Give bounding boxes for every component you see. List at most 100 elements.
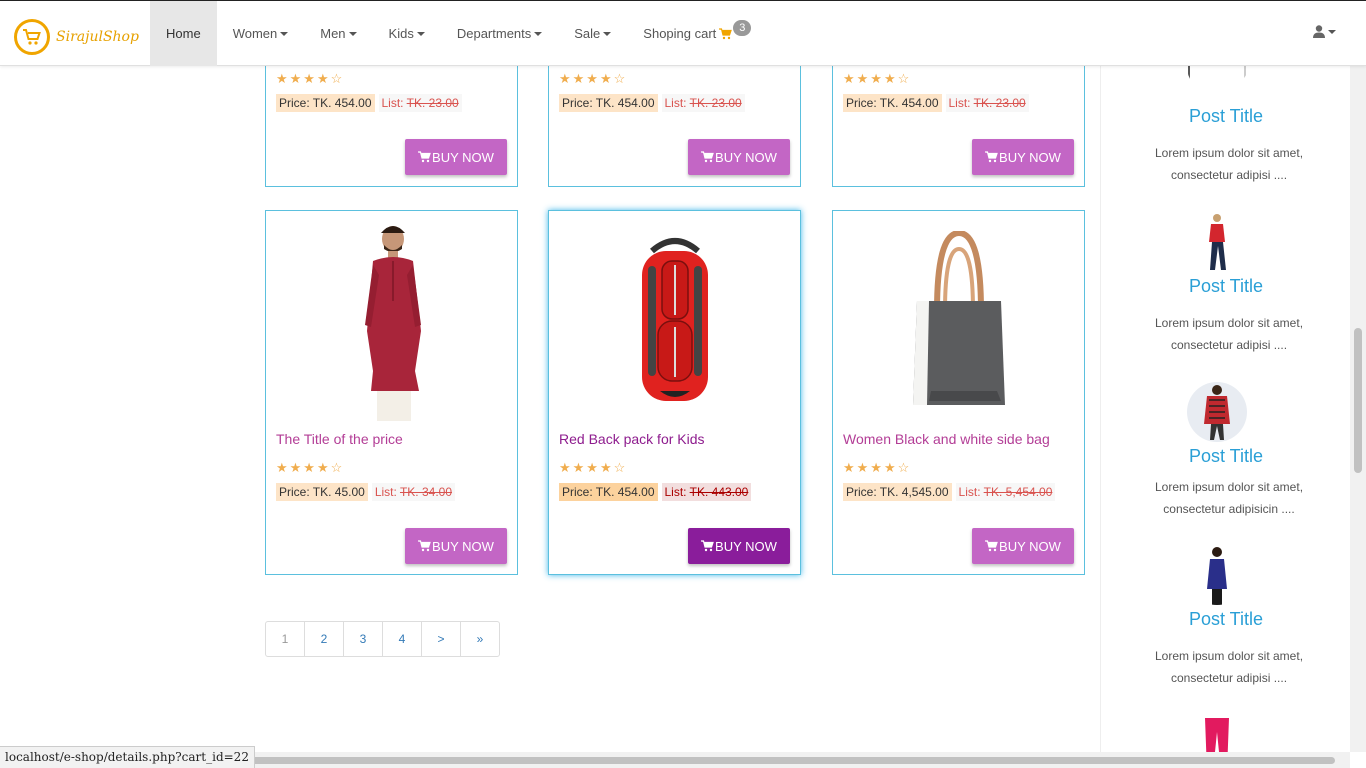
status-bar-url: localhost/e-shop/details.php?cart_id=22	[0, 746, 255, 768]
post-thumbnail[interactable]	[1187, 382, 1247, 442]
post-excerpt: Lorem ipsum dolor sit amet, consectetur …	[1154, 480, 1304, 516]
product-image-tote-bag[interactable]	[833, 221, 1084, 421]
caret-down-icon	[280, 31, 289, 36]
list-price: List: TK. 23.00	[378, 94, 462, 112]
sidebar-posts: Post Title Lorem ipsum dolor sit amet, c…	[1100, 66, 1351, 768]
nav-label: Home	[166, 26, 201, 41]
brand-logo-link[interactable]: SirajulShop	[14, 19, 139, 55]
nav-item-women[interactable]: Women	[217, 1, 305, 66]
caret-down-icon	[603, 31, 612, 36]
list-label: List:	[958, 485, 981, 499]
product-image-man-kurta[interactable]	[266, 221, 517, 421]
list-price-value: TK. 5,454.00	[983, 485, 1053, 499]
list-label: List:	[948, 96, 971, 110]
price-row: Price: TK. 454.00 List: TK. 443.00	[559, 483, 752, 501]
buy-now-button[interactable]: BUY NOW	[688, 528, 790, 564]
product-card: Women Black and white side bag ★★★★☆ Pri…	[832, 210, 1085, 575]
post-title-link[interactable]: Post Title	[1101, 446, 1351, 467]
product-title-link[interactable]: The Title of the price	[276, 431, 403, 447]
page-link-last[interactable]: »	[460, 621, 500, 657]
post-title-link[interactable]: Post Title	[1101, 609, 1351, 630]
caret-down-icon	[1328, 29, 1336, 34]
rating-stars: ★★★★☆	[276, 460, 345, 475]
scrollbar-thumb[interactable]	[1354, 328, 1362, 473]
post-thumbnail[interactable]	[1187, 212, 1247, 272]
nav-item-cart[interactable]: Shoping cart 3	[627, 1, 767, 66]
list-price: List: TK. 34.00	[371, 483, 455, 501]
nav-item-sale[interactable]: Sale	[558, 1, 627, 66]
list-price: List: TK. 443.00	[661, 483, 752, 501]
nav-item-men[interactable]: Men	[304, 1, 372, 66]
buy-now-button[interactable]: BUY NOW	[972, 139, 1074, 175]
post-excerpt: Lorem ipsum dolor sit amet, consectetur …	[1154, 316, 1304, 352]
nav-item-departments[interactable]: Departments	[441, 1, 558, 66]
page-link-next[interactable]: >	[421, 621, 461, 657]
caret-down-icon	[348, 31, 357, 36]
buy-now-label: BUY NOW	[999, 538, 1061, 554]
shopping-cart-icon	[719, 27, 733, 39]
page-link-3[interactable]: 3	[343, 621, 383, 657]
product-card: ★★★★☆ Price: TK. 454.00 List: TK. 23.00 …	[548, 66, 801, 187]
price: Price: TK. 454.00	[559, 483, 658, 501]
price-row: Price: TK. 4,545.00 List: TK. 5,454.00	[843, 483, 1056, 501]
buy-now-label: BUY NOW	[432, 538, 494, 554]
cart-label: Shoping cart	[643, 26, 717, 41]
nav-label: Kids	[388, 26, 414, 41]
rating-stars: ★★★★☆	[276, 71, 345, 86]
price: Price: TK. 454.00	[843, 94, 942, 112]
buy-now-button[interactable]: BUY NOW	[688, 139, 790, 175]
shopping-cart-icon	[985, 540, 998, 552]
scrollbar-thumb[interactable]	[180, 757, 1335, 764]
post-title-link[interactable]: Post Title	[1101, 106, 1351, 127]
list-price: List: TK. 23.00	[661, 94, 745, 112]
caret-down-icon	[534, 31, 543, 36]
price: Price: TK. 454.00	[559, 94, 658, 112]
page-link-2[interactable]: 2	[304, 621, 344, 657]
list-price-value: TK. 443.00	[689, 485, 749, 499]
buy-now-label: BUY NOW	[432, 149, 494, 165]
list-price: List: TK. 23.00	[945, 94, 1029, 112]
list-label: List:	[381, 96, 404, 110]
nav-label: Departments	[456, 26, 532, 41]
list-label: List:	[664, 485, 687, 499]
nav-item-home[interactable]: Home	[150, 1, 217, 66]
price-row: Price: TK. 454.00 List: TK. 23.00	[559, 94, 745, 112]
user-menu-toggle[interactable]	[1313, 25, 1336, 38]
product-title-link[interactable]: Women Black and white side bag	[843, 431, 1050, 447]
product-image-red-backpack[interactable]	[549, 221, 800, 421]
nav-label: Sale	[574, 26, 601, 41]
price: Price: TK. 4,545.00	[843, 483, 952, 501]
rating-stars: ★★★★☆	[559, 71, 628, 86]
buy-now-button[interactable]: BUY NOW	[405, 528, 507, 564]
post-thumbnail[interactable]	[1187, 545, 1247, 605]
vertical-scrollbar[interactable]	[1350, 66, 1366, 752]
product-card: Red Back pack for Kids ★★★★☆ Price: TK. …	[548, 210, 801, 575]
post-title-link[interactable]: Post Title	[1101, 276, 1351, 297]
list-price-value: TK. 23.00	[973, 96, 1026, 110]
rating-stars: ★★★★☆	[843, 71, 912, 86]
list-label: List:	[664, 96, 687, 110]
product-card: ★★★★☆ Price: TK. 454.00 List: TK. 23.00 …	[832, 66, 1085, 187]
product-title-link[interactable]: Red Back pack for Kids	[559, 431, 705, 447]
caret-down-icon	[416, 31, 425, 36]
rating-stars: ★★★★☆	[843, 460, 912, 475]
shopping-cart-logo-icon	[14, 19, 50, 55]
buy-now-button[interactable]: BUY NOW	[972, 528, 1074, 564]
shopping-cart-icon	[701, 151, 714, 163]
cart-count-badge: 3	[733, 19, 752, 36]
nav-item-kids[interactable]: Kids	[373, 1, 441, 66]
page-link-4[interactable]: 4	[382, 621, 422, 657]
shopping-cart-icon	[985, 151, 998, 163]
post-excerpt: Lorem ipsum dolor sit amet, consectetur …	[1154, 146, 1304, 182]
page-link-1[interactable]: 1	[265, 621, 305, 657]
nav-label: Women	[232, 26, 278, 41]
price-row: Price: TK. 45.00 List: TK. 34.00	[276, 483, 455, 501]
rating-stars: ★★★★☆	[559, 460, 628, 475]
list-price-value: TK. 34.00	[399, 485, 452, 499]
post-excerpt: Lorem ipsum dolor sit amet, consectetur …	[1154, 649, 1304, 685]
shopping-cart-icon	[418, 151, 431, 163]
main-nav: Home Women Men Kids Departments Sale Sho…	[150, 1, 767, 66]
buy-now-label: BUY NOW	[999, 149, 1061, 165]
buy-now-label: BUY NOW	[715, 538, 777, 554]
buy-now-button[interactable]: BUY NOW	[405, 139, 507, 175]
